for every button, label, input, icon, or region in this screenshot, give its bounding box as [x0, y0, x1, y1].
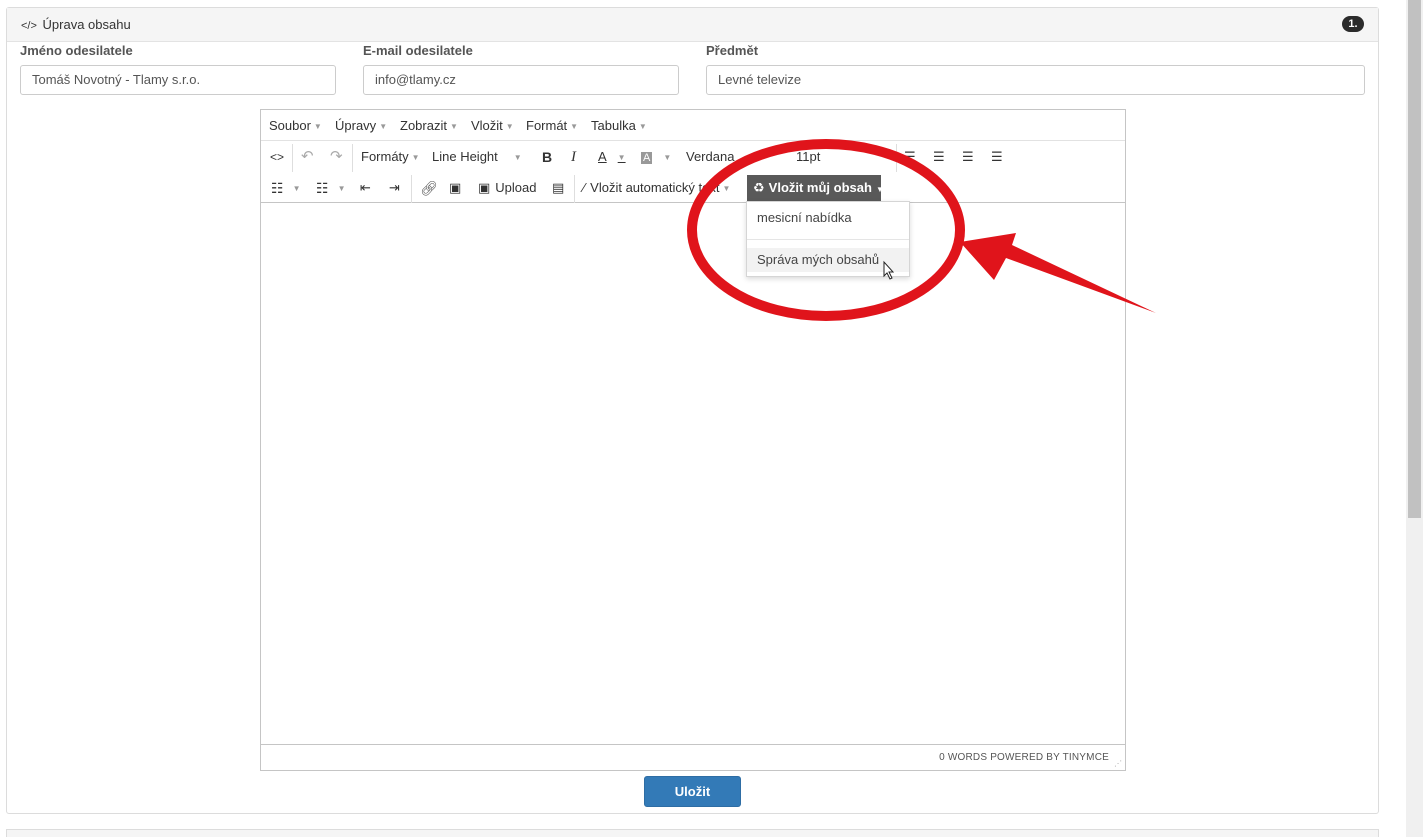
menu-table[interactable]: Tabulka ▼: [591, 118, 647, 133]
toolbar-row-2: ☷ ▼ ☷ ▼ ⇤ ⇥ 🔗︎ ▣ ▣ Upload ▤ ⁄ Vložit automat…: [261, 172, 1125, 203]
font-family-dropdown[interactable]: Verdana: [686, 147, 734, 167]
font-size-dropdown[interactable]: 11pt: [796, 147, 820, 167]
align-right-icon[interactable]: ☰: [962, 147, 974, 167]
sender-email-label: E-mail odesilatele: [363, 43, 473, 58]
caret-down-icon: ▼: [313, 122, 322, 132]
code-icon: </>: [21, 20, 37, 32]
source-code-button[interactable]: <>: [270, 147, 284, 167]
toolbar-separator: [411, 175, 412, 203]
panel-title: </> Úprava obsahu: [21, 17, 131, 32]
link-icon[interactable]: 🔗︎: [420, 178, 438, 198]
menu-file[interactable]: Soubor ▼: [269, 118, 322, 133]
bullet-list-button[interactable]: ☷ ▼: [271, 178, 300, 198]
caret-down-icon: ▼: [411, 152, 420, 162]
paste-icon[interactable]: ▤: [552, 178, 564, 198]
bold-button[interactable]: B: [542, 147, 552, 167]
align-justify-icon[interactable]: ☰: [991, 147, 1003, 167]
scrollbar-thumb[interactable]: [1408, 0, 1421, 518]
dropdown-item-manage-content[interactable]: Správa mých obsahů: [747, 248, 909, 272]
sender-name-label: Jméno odesilatele: [20, 43, 133, 58]
editor-menubar: Soubor ▼ Úpravy ▼ Zobrazit ▼ Vložit ▼ Formát…: [261, 110, 1125, 141]
caret-down-icon: ▼: [449, 122, 458, 132]
numbered-list-button[interactable]: ☷ ▼: [316, 178, 345, 198]
toolbar-separator: [574, 175, 575, 203]
image-upload-icon: ▣: [478, 180, 491, 195]
caret-down-icon: ▼: [638, 122, 647, 132]
formats-dropdown[interactable]: Formáty ▼: [361, 147, 420, 167]
caret-down-icon: ▼: [292, 184, 301, 194]
bullet-list-icon: ☷: [271, 180, 284, 196]
outdent-icon[interactable]: ⇤: [360, 178, 371, 198]
editor-content-area[interactable]: [261, 204, 1125, 744]
indent-icon[interactable]: ⇥: [389, 178, 400, 198]
menu-insert[interactable]: Vložit ▼: [471, 118, 514, 133]
toolbar-separator: [352, 144, 353, 172]
background-color-button[interactable]: A ▼: [641, 147, 671, 167]
dropdown-divider: [747, 239, 909, 240]
text-color-icon: A: [598, 149, 607, 164]
subject-label: Předmět: [706, 43, 759, 58]
vertical-scrollbar[interactable]: [1406, 0, 1423, 837]
panel-title-text: Úprava obsahu: [42, 17, 131, 32]
panel-heading: </> Úprava obsahu 1.: [7, 8, 1378, 42]
caret-down-icon: ▼: [663, 152, 672, 162]
auto-text-dropdown[interactable]: ⁄ Vložit automatický text ▼: [583, 178, 730, 198]
caret-down-icon: ▼: [505, 122, 514, 132]
resize-handle-icon[interactable]: ⋰: [1114, 759, 1122, 768]
caret-down-icon: ▼: [570, 122, 579, 132]
highlight-icon: A: [641, 152, 653, 164]
subject-input[interactable]: Levné televize: [706, 65, 1365, 95]
caret-down-icon: ▼: [337, 184, 346, 194]
word-count: 0 WORDS POWERED BY TINYMCE: [939, 752, 1109, 763]
menu-format[interactable]: Formát ▼: [526, 118, 578, 133]
align-left-icon[interactable]: ☰: [904, 147, 916, 167]
rich-text-editor: Soubor ▼ Úpravy ▼ Zobrazit ▼ Vložit ▼ Formát…: [260, 109, 1126, 771]
line-height-dropdown[interactable]: Line Height ▼: [432, 147, 522, 167]
toolbar-row-1: <> ↶ ↷ Formáty ▼ Line Height ▼ B I A ▼ A ▼ V…: [261, 141, 1125, 172]
menu-view[interactable]: Zobrazit ▼: [400, 118, 458, 133]
toolbar-separator: [896, 144, 897, 172]
save-button[interactable]: Uložit: [644, 776, 741, 807]
recycle-icon: ♻: [753, 180, 765, 195]
undo-icon[interactable]: ↶: [301, 147, 314, 167]
align-center-icon[interactable]: ☰: [933, 147, 945, 167]
toolbar-separator: [292, 144, 293, 172]
insert-my-content-button[interactable]: ♻ Vložit můj obsah ▼: [747, 175, 884, 201]
dropdown-item-monthly-offer[interactable]: mesicní nabídka: [747, 206, 909, 230]
caret-down-icon: ▼: [379, 122, 388, 132]
redo-icon[interactable]: ↷: [330, 147, 343, 167]
image-icon[interactable]: ▣: [449, 178, 461, 198]
sender-email-input[interactable]: info@tlamy.cz: [363, 65, 679, 95]
magic-wand-icon: ⁄: [583, 180, 586, 195]
caret-down-icon: ▼: [513, 152, 522, 162]
upload-button[interactable]: ▣ Upload: [478, 178, 537, 198]
next-panel-edge: [6, 829, 1379, 837]
caret-down-icon: ▼: [875, 185, 884, 194]
caret-down-icon: ▼: [722, 183, 731, 193]
my-content-dropdown-menu: mesicní nabídka Správa mých obsahů: [746, 201, 910, 277]
italic-button[interactable]: I: [571, 147, 576, 167]
sender-name-input[interactable]: Tomáš Novotný - Tlamy s.r.o.: [20, 65, 336, 95]
editor-statusbar: 0 WORDS POWERED BY TINYMCE ⋰: [261, 744, 1125, 770]
menu-edit[interactable]: Úpravy ▼: [335, 118, 387, 133]
numbered-list-icon: ☷: [316, 180, 329, 196]
font-color-button[interactable]: A ▼: [598, 147, 626, 167]
step-badge: 1.: [1342, 16, 1364, 32]
caret-down-icon: ▼: [617, 152, 626, 162]
